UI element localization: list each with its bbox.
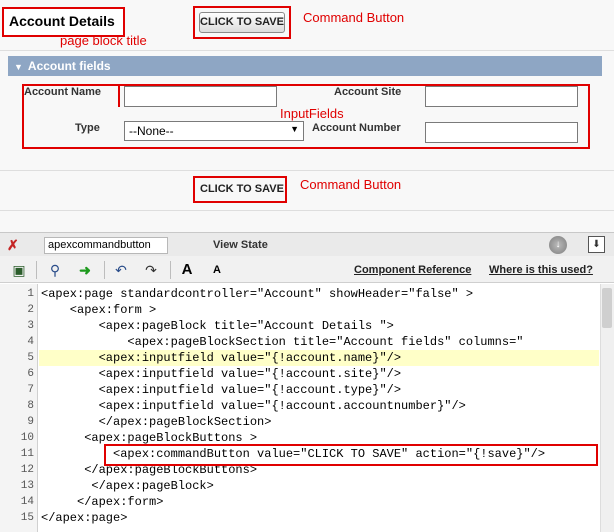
search-icon[interactable]: ⚲ — [46, 261, 64, 279]
section-title: Account fields — [27, 59, 111, 73]
code-line[interactable]: <apex:pageBlockButtons > — [41, 431, 257, 445]
editor-toolbar: ▣ ⚲ ➜ ↶ ↷ A A Component Reference Where … — [0, 256, 614, 283]
undo-icon[interactable]: ↶ — [112, 261, 130, 279]
code-line[interactable]: <apex:inputfield value="{!account.site}"… — [41, 367, 401, 381]
code-line[interactable]: </apex:page> — [41, 511, 127, 525]
line-number: 4 — [27, 336, 34, 348]
line-number: 9 — [27, 416, 34, 428]
line-number: 8 — [27, 400, 34, 412]
save-button-top[interactable]: CLICK TO SAVE — [199, 12, 285, 33]
account-site-label: Account Site — [334, 86, 402, 98]
vf-preview: Account Details CLICK TO SAVE Command Bu… — [0, 0, 614, 232]
code-line[interactable]: <apex:page standardcontroller="Account" … — [41, 287, 473, 301]
toolbar-separator — [36, 261, 37, 279]
toolbar-separator — [170, 261, 171, 279]
line-number: 7 — [27, 384, 34, 396]
divider — [0, 210, 614, 211]
divider — [0, 50, 614, 51]
dev-footer-bar: ✗ apexcommandbutton View State ↓ ⬇ — [0, 232, 614, 256]
dropdown-arrow-icon: ▼ — [290, 124, 299, 134]
code-line[interactable]: </apex:pageBlockSection> — [41, 415, 272, 429]
annotation-command-button-top: Command Button — [303, 10, 405, 25]
collapse-triangle-icon[interactable]: ▼ — [14, 57, 23, 77]
code-line[interactable]: <apex:pageBlockSection title="Account fi… — [41, 335, 523, 349]
line-number: 2 — [27, 304, 34, 316]
line-number: 13 — [20, 480, 34, 492]
section-header[interactable]: ▼ Account fields — [8, 56, 602, 76]
line-number: 14 — [20, 496, 34, 508]
toolbar-separator — [104, 261, 105, 279]
line-number: 11 — [20, 448, 34, 460]
line-number: 5 — [27, 352, 34, 364]
line-number: 6 — [27, 368, 34, 380]
component-reference-link[interactable]: Component Reference — [354, 264, 471, 276]
scrollbar-thumb[interactable] — [602, 288, 612, 328]
annotation-input-fields: InputFields — [280, 106, 344, 121]
type-label: Type — [75, 122, 100, 134]
code-line[interactable]: <apex:inputfield value="{!account.type}"… — [41, 383, 401, 397]
save-button-top-highlight: CLICK TO SAVE — [193, 6, 291, 39]
save-button-bottom[interactable]: CLICK TO SAVE — [200, 183, 284, 195]
font-smaller-icon[interactable]: A — [208, 261, 226, 279]
download-icon[interactable]: ⬇ — [588, 236, 605, 253]
type-select-value: --None-- — [129, 124, 174, 138]
command-button-code-highlight — [104, 444, 598, 466]
line-number: 12 — [20, 464, 34, 476]
code-line[interactable]: <apex:pageBlock title="Account Details "… — [41, 319, 394, 333]
view-state-tab[interactable]: View State — [213, 239, 268, 251]
account-site-input[interactable] — [425, 86, 578, 107]
code-line[interactable]: <apex:inputfield value="{!account.name}"… — [41, 351, 401, 365]
code-line[interactable]: <apex:inputfield value="{!account.accoun… — [41, 399, 466, 413]
close-x-icon[interactable]: ✗ — [7, 237, 19, 254]
divider — [0, 170, 614, 171]
code-line[interactable]: </apex:form> — [41, 495, 163, 509]
account-number-input[interactable] — [425, 122, 578, 143]
font-larger-icon[interactable]: A — [178, 261, 196, 279]
type-select[interactable]: --None-- ▼ — [124, 121, 304, 141]
code-line[interactable]: <apex:form > — [41, 303, 156, 317]
code-line[interactable]: </apex:pageBlock> — [41, 479, 213, 493]
code-editor[interactable]: 1 2 3 4 5 6 7 8 9 10 11 12 13 14 15 <ape… — [0, 284, 614, 532]
account-number-label: Account Number — [312, 122, 401, 134]
line-number: 1 — [27, 288, 34, 300]
line-number: 10 — [20, 432, 34, 444]
annotation-marker — [118, 84, 120, 107]
save-icon[interactable]: ▣ — [10, 261, 28, 279]
line-number: 15 — [20, 512, 34, 524]
redo-icon[interactable]: ↷ — [142, 261, 160, 279]
go-to-line-arrow-icon[interactable]: ➜ — [76, 261, 94, 279]
line-number: 3 — [27, 320, 34, 332]
save-button-bottom-highlight[interactable]: CLICK TO SAVE — [193, 176, 287, 203]
annotation-page-block-title: page block title — [60, 33, 147, 48]
where-used-link[interactable]: Where is this used? — [489, 264, 593, 276]
account-name-input[interactable] — [124, 86, 277, 107]
minimize-icon[interactable]: ↓ — [549, 236, 567, 254]
component-tab[interactable]: apexcommandbutton — [44, 237, 168, 254]
annotation-command-button-bottom: Command Button — [300, 177, 402, 192]
account-name-label: Account Name — [24, 86, 102, 98]
